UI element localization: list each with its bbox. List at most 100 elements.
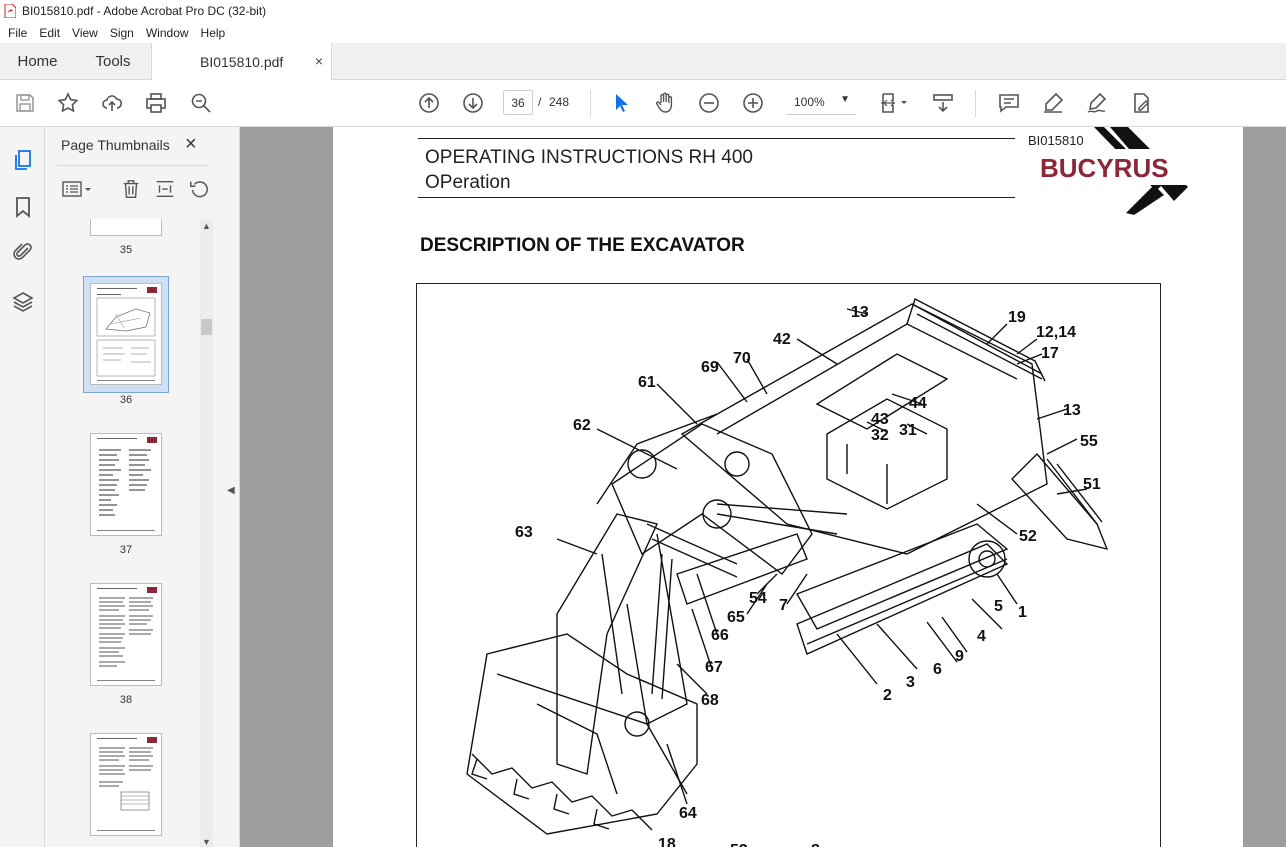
callout-69: 69 [701,359,719,376]
upload-icon[interactable] [99,90,125,116]
logo-text: BUCYRUS [1040,153,1169,183]
page-down-icon[interactable] [460,90,486,116]
thumbnail-panel: Page Thumbnails × 35 36 37 38 ▲ ▼ [45,127,223,847]
menu-edit[interactable]: Edit [39,26,60,40]
callout-3: 3 [906,674,915,691]
highlight-icon[interactable] [1040,90,1066,116]
page-thumbnails-icon[interactable] [10,147,36,173]
callout-6: 6 [933,661,942,678]
trash-icon[interactable] [119,177,143,201]
tab-document[interactable]: BI015810.pdf × [151,43,332,81]
scroll-down-icon[interactable]: ▼ [202,837,211,847]
callout-4: 4 [977,628,986,645]
thumbnail-page[interactable] [90,219,162,236]
menu-file[interactable]: File [8,26,27,40]
callout-32: 32 [871,427,889,444]
window-title: BI015810.pdf - Adobe Acrobat Pro DC (32-… [22,4,267,18]
page-number-input[interactable]: 36 [503,90,533,115]
tab-tools[interactable]: Tools [75,43,151,80]
hand-icon[interactable] [652,90,678,116]
layers-icon[interactable] [10,289,36,315]
menu-sign[interactable]: Sign [110,26,134,40]
page-up-icon[interactable] [416,90,442,116]
tab-home[interactable]: Home [0,43,75,80]
callout-51: 51 [1083,476,1101,493]
panel-collapse-bar[interactable]: ◀ [223,127,240,847]
callout-54: 54 [749,590,767,607]
callout-62: 62 [573,417,591,434]
thumbnail-page[interactable] [90,583,162,686]
thumbnail-scrollbar[interactable]: ▲ ▼ [200,219,213,847]
menu-view[interactable]: View [72,26,98,40]
callout-53: 53 [730,842,748,847]
tab-document-label: BI015810.pdf [200,54,284,70]
tab-close-icon[interactable]: × [315,53,323,69]
callout-12-14: 12,14 [1036,324,1077,341]
chevron-down-icon: ▼ [840,94,850,105]
scroll-mode-icon[interactable] [930,90,956,116]
thumbnail-selected[interactable] [83,276,169,393]
zoom-level-select[interactable]: 100% ▼ [786,90,856,115]
callout-63: 63 [515,524,533,541]
callout-66: 66 [711,627,729,644]
thumbnail-toolbar [59,177,219,203]
document-area[interactable]: BI015810 OPERATING INSTRUCTIONS RH 400 O… [240,127,1286,847]
panel-divider [57,165,209,166]
select-arrow-icon[interactable] [608,90,634,116]
sign-icon[interactable] [1084,90,1110,116]
callout-64: 64 [679,805,697,822]
star-icon[interactable] [55,90,81,116]
callout-31: 31 [899,422,917,439]
thumbnail-page-number: 38 [119,694,133,706]
menu-window[interactable]: Window [146,26,189,40]
tab-row: Home Tools BI015810.pdf × [0,43,1286,81]
callout-13b: 13 [1063,402,1081,419]
callout-7: 7 [779,597,788,614]
section-heading: DESCRIPTION OF THE EXCAVATOR [420,235,745,256]
collapse-arrow-icon[interactable]: ◀ [227,485,235,496]
document-subtitle: OPeration [425,172,511,193]
rotate-icon[interactable] [187,177,211,201]
attachment-icon[interactable] [10,239,36,265]
fit-page-icon[interactable] [876,90,912,116]
callout-18: 18 [658,836,676,847]
document-title: OPERATING INSTRUCTIONS RH 400 [425,147,753,168]
toolbar: 36 / 248 100% ▼ [0,80,1286,127]
left-rail [0,127,45,847]
page-separator: / [538,95,542,109]
menu-help[interactable]: Help [201,26,226,40]
zoom-out-icon[interactable] [696,90,722,116]
zoom-search-icon[interactable] [188,90,214,116]
header-rule [418,138,1015,139]
thumbnail-page[interactable] [90,433,162,536]
callout-68: 68 [701,692,719,709]
header-rule [418,197,1015,198]
callout-17: 17 [1041,345,1059,362]
comment-icon[interactable] [996,90,1022,116]
thumbnail-panel-title: Page Thumbnails [61,137,170,153]
callout-5: 5 [994,598,1003,615]
print-icon[interactable] [143,90,169,116]
thumbnail-page[interactable] [90,733,162,836]
bookmark-icon[interactable] [10,194,36,220]
scroll-up-icon[interactable]: ▲ [202,221,211,231]
callout-67: 67 [705,659,723,676]
callout-2: 2 [883,687,892,704]
menu-bar: File Edit View Sign Window Help [0,22,1286,43]
title-bar: BI015810.pdf - Adobe Acrobat Pro DC (32-… [0,0,1286,22]
zoom-in-icon[interactable] [740,90,766,116]
callout-8: 8 [811,842,820,847]
callout-55: 55 [1080,433,1098,450]
extract-page-icon[interactable] [153,177,177,201]
thumbnail-page-number: 37 [119,544,133,556]
thumbnail-options-icon[interactable] [59,177,95,201]
fill-sign-icon[interactable] [1128,90,1154,116]
toolbar-divider [975,90,976,117]
save-icon[interactable] [12,90,38,116]
thumbnail-page-number: 35 [119,244,133,256]
excavator-diagram: 13 19 12,14 17 42 70 69 61 44 43 32 31 1… [416,283,1161,847]
zoom-level-value: 100% [794,95,825,109]
scrollbar-thumb[interactable] [201,319,212,335]
callout-65: 65 [727,609,745,626]
close-icon[interactable]: × [185,133,197,156]
